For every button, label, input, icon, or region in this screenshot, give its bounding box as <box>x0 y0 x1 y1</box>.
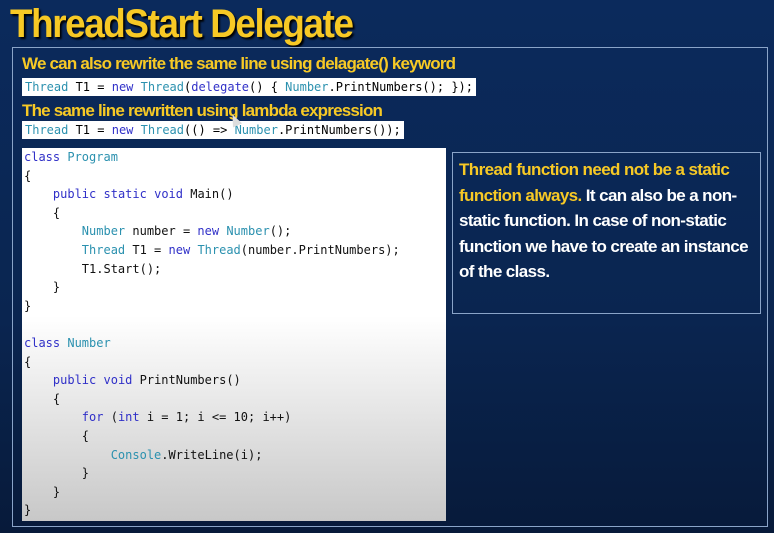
code-keyword: class <box>24 335 61 350</box>
code-text: .WriteLine(i); <box>161 447 263 462</box>
code-keyword: new <box>197 224 220 239</box>
code-keyword: public <box>52 187 97 202</box>
code-line: { <box>22 204 446 223</box>
code-keyword: void <box>103 373 133 388</box>
code-type: Thread <box>197 242 241 257</box>
code-line: { <box>22 353 446 372</box>
code-keyword: class <box>24 150 61 164</box>
code-keyword: new <box>111 80 134 94</box>
code-listing: class Program{ public static void Main()… <box>22 148 446 521</box>
code-text: T1 = <box>68 80 112 94</box>
code-line: } <box>22 297 446 316</box>
code-text: Main() <box>183 187 234 202</box>
code-text: { <box>24 391 61 406</box>
code-line: { <box>22 427 446 446</box>
code-text: (number.PrintNumbers); <box>240 242 400 257</box>
lambda-heading: The same line rewritten using lambda exp… <box>22 101 383 120</box>
code-line: Thread T1 = new Thread(number.PrintNumbe… <box>22 241 446 260</box>
code-text: } <box>24 466 90 481</box>
code-type: Number <box>67 335 111 350</box>
code-text: } <box>24 280 61 295</box>
code-keyword: public <box>52 373 97 388</box>
code-keyword: new <box>168 242 191 257</box>
code-text: number = <box>125 224 198 239</box>
code-line: } <box>22 278 446 297</box>
code-keyword: for <box>81 410 104 425</box>
code-keyword: static <box>103 187 147 202</box>
code-keyword: void <box>154 187 183 202</box>
code-type: Console <box>110 447 162 462</box>
code-text: ( <box>103 410 118 425</box>
code-text: } <box>24 298 32 313</box>
slide-title: ThreadStart Delegate <box>10 2 354 46</box>
code-text: } <box>24 484 61 499</box>
code-line: Number number = new Number(); <box>22 222 446 241</box>
code-text: .PrintNumbers(); }); <box>328 80 474 94</box>
code-line: { <box>22 390 446 409</box>
code-text: T1 = <box>68 123 112 137</box>
code-text: T1.Start(); <box>24 261 162 276</box>
code-text: { <box>24 205 61 220</box>
note-box: Thread function need not be a static fun… <box>452 152 761 314</box>
code-type: Thread <box>140 123 184 137</box>
code-type: Number <box>234 123 278 137</box>
code-text: { <box>24 354 32 369</box>
delegate-code-line: Thread T1 = new Thread(delegate() { Numb… <box>22 78 477 96</box>
code-type: Number <box>81 224 126 239</box>
code-line: } <box>22 501 446 520</box>
code-line: public static void Main() <box>22 185 446 204</box>
code-keyword: int <box>117 410 140 425</box>
code-line: Console.WriteLine(i); <box>22 446 446 465</box>
code-line: public void PrintNumbers() <box>22 371 446 390</box>
code-text: PrintNumbers() <box>132 373 241 388</box>
code-line: class Number <box>22 334 446 353</box>
code-keyword: new <box>111 123 134 137</box>
code-type: Number <box>226 224 270 239</box>
code-line: for (int i = 1; i <= 10; i++) <box>22 408 446 427</box>
code-type: Thread <box>25 123 69 137</box>
code-text: T1 = <box>125 242 169 257</box>
lambda-code-line: Thread T1 = new Thread(() => Number.Prin… <box>22 121 404 139</box>
code-text: (); <box>269 224 292 239</box>
code-line: { <box>22 167 446 186</box>
code-type: Number <box>285 80 329 94</box>
code-line: } <box>22 464 446 483</box>
code-text: i = 1; i <= 10; i++) <box>139 410 292 425</box>
code-text: { <box>24 428 90 443</box>
code-line: T1.Start(); <box>22 260 446 279</box>
code-keyword: delegate <box>191 80 250 94</box>
code-text: .PrintNumbers()); <box>277 123 401 137</box>
code-text: } <box>24 503 32 518</box>
code-text: { <box>24 168 32 183</box>
code-text: () { <box>249 80 286 94</box>
delegate-heading: We can also rewrite the same line using … <box>22 54 456 73</box>
code-text: (() => <box>184 123 235 137</box>
code-type: Thread <box>25 80 69 94</box>
code-type: Program <box>67 150 118 164</box>
code-line: class Program <box>22 148 446 167</box>
code-line: } <box>22 483 446 502</box>
code-type: Thread <box>81 242 126 257</box>
code-type: Thread <box>140 80 184 94</box>
